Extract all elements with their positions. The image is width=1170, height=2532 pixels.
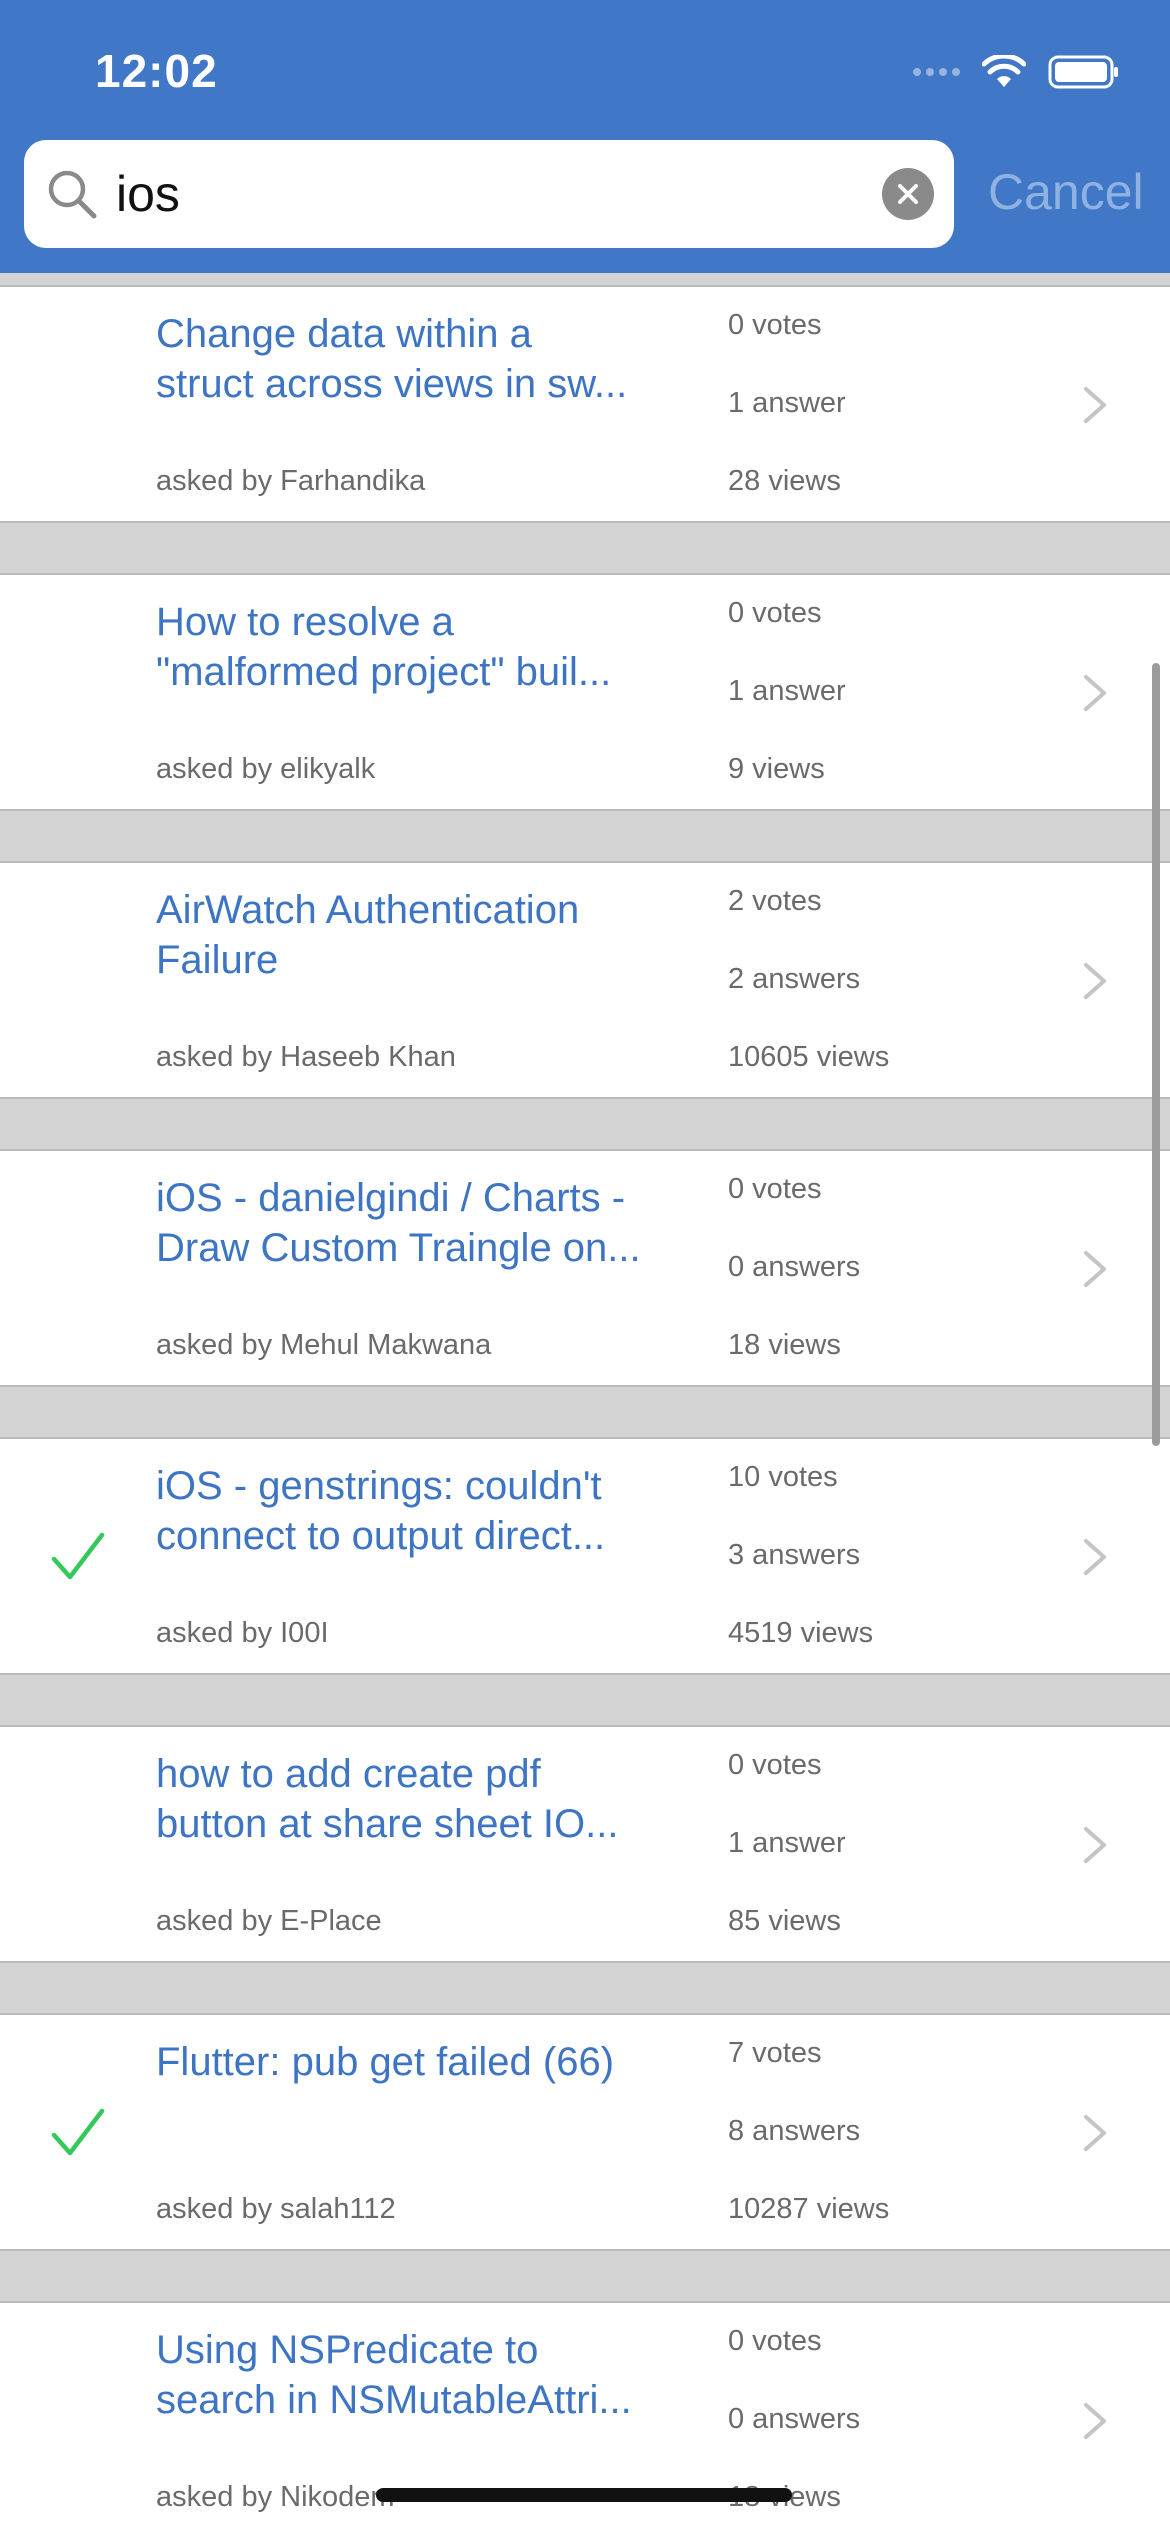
cancel-button[interactable]: Cancel — [988, 163, 1144, 221]
home-indicator[interactable] — [376, 2488, 792, 2502]
question-row[interactable]: iOS - genstrings: couldn't connect to out… — [0, 1437, 1170, 1675]
search-icon — [48, 170, 97, 219]
close-icon — [898, 184, 918, 204]
question-row[interactable]: how to add create pdf button at share she… — [0, 1725, 1170, 1963]
views-count: 10287 views — [728, 2193, 890, 2225]
votes-count: 0 votes — [728, 309, 822, 341]
chevron-right-icon — [1084, 2115, 1106, 2151]
question-row[interactable]: Flutter: pub get failed (66) asked by sa… — [0, 2013, 1170, 2251]
question-title[interactable]: AirWatch Authentication Failure — [156, 885, 686, 985]
views-count: 4519 views — [728, 1617, 874, 1649]
chevron-right-icon — [1084, 675, 1106, 711]
answers-count: 1 answer — [728, 387, 846, 419]
question-title[interactable]: iOS - danielgindi / Charts - Draw Custom … — [156, 1173, 686, 1273]
chevron-right-icon — [1084, 1827, 1106, 1863]
scrollbar[interactable] — [1152, 663, 1160, 1446]
chevron-right-icon — [1084, 2403, 1106, 2439]
question-title[interactable]: Change data within a struct across views … — [156, 309, 686, 409]
views-count: 85 views — [728, 1905, 841, 1937]
asked-by: asked by E-Place — [156, 1905, 382, 1937]
question-title[interactable]: How to resolve a "malformed project" buil… — [156, 597, 686, 697]
question-title[interactable]: iOS - genstrings: couldn't connect to out… — [156, 1461, 686, 1561]
accepted-checkmark-icon — [51, 2108, 105, 2156]
screen: 12:02 ios Cancel Change data within a st… — [0, 0, 1170, 2532]
asked-by: asked by I00I — [156, 1617, 329, 1649]
votes-count: 0 votes — [728, 597, 822, 629]
views-count: 28 views — [728, 465, 841, 497]
question-title[interactable]: Using NSPredicate to search in NSMutableA… — [156, 2325, 686, 2425]
clear-search-button[interactable] — [882, 168, 934, 220]
status-time: 12:02 — [95, 45, 218, 97]
answers-count: 8 answers — [728, 2115, 861, 2147]
wifi-icon — [982, 55, 1026, 87]
search-bar[interactable] — [24, 140, 954, 248]
chevron-right-icon — [1084, 1251, 1106, 1287]
answers-count: 1 answer — [728, 1827, 846, 1859]
votes-count: 0 votes — [728, 1173, 822, 1205]
votes-count: 10 votes — [728, 1461, 838, 1493]
asked-by: asked by salah112 — [156, 2193, 396, 2225]
accepted-checkmark-icon — [51, 1532, 105, 1580]
question-row[interactable]: Change data within a struct across views … — [0, 285, 1170, 523]
chevron-right-icon — [1084, 963, 1106, 999]
votes-count: 0 votes — [728, 2325, 822, 2357]
search-input[interactable] — [116, 156, 876, 232]
question-title[interactable]: how to add create pdf button at share she… — [156, 1749, 686, 1849]
views-count: 9 views — [728, 753, 825, 785]
answers-count: 3 answers — [728, 1539, 861, 1571]
votes-count: 7 votes — [728, 2037, 822, 2069]
question-row[interactable]: iOS - danielgindi / Charts - Draw Custom … — [0, 1149, 1170, 1387]
chevron-right-icon — [1084, 1539, 1106, 1575]
votes-count: 0 votes — [728, 1749, 822, 1781]
asked-by: asked by Mehul Makwana — [156, 1329, 492, 1361]
answers-count: 0 answers — [728, 2403, 861, 2435]
answers-count: 2 answers — [728, 963, 861, 995]
asked-by: asked by Nikodem — [156, 2481, 395, 2513]
battery-icon — [1048, 55, 1118, 89]
status-icons — [913, 52, 1120, 92]
answers-count: 1 answer — [728, 675, 846, 707]
question-title[interactable]: Flutter: pub get failed (66) — [156, 2037, 686, 2087]
views-count: 10605 views — [728, 1041, 890, 1073]
chevron-right-icon — [1084, 387, 1106, 423]
asked-by: asked by Farhandika — [156, 465, 426, 497]
asked-by: asked by elikyalk — [156, 753, 376, 785]
question-row[interactable]: How to resolve a "malformed project" buil… — [0, 573, 1170, 811]
asked-by: asked by Haseeb Khan — [156, 1041, 456, 1073]
question-row[interactable]: AirWatch Authentication Failure asked by … — [0, 861, 1170, 1099]
views-count: 18 views — [728, 1329, 841, 1361]
cellular-signal-icon — [913, 68, 960, 76]
answers-count: 0 answers — [728, 1251, 861, 1283]
votes-count: 2 votes — [728, 885, 822, 917]
header: 12:02 ios Cancel — [0, 0, 1170, 273]
